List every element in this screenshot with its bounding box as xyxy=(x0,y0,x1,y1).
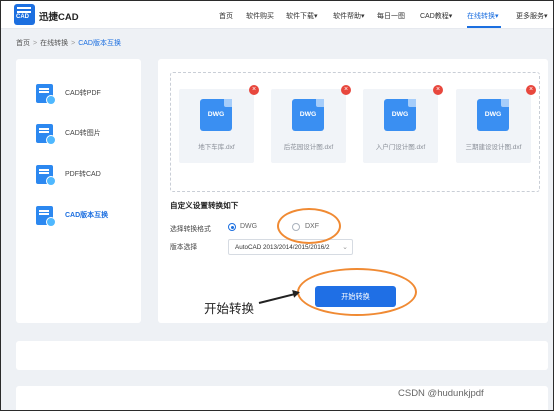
file-name: 三期建设设计图.dxf xyxy=(465,144,522,151)
chevron-down-icon: ⌄ xyxy=(342,244,348,251)
nav-buy[interactable]: 软件购买 xyxy=(246,11,274,21)
file-type-badge: DWG xyxy=(484,111,502,118)
version-label: 版本选择 xyxy=(170,244,198,251)
breadcrumb-current: CAD版本互换 xyxy=(78,40,121,47)
sidebar-item-label: CAD版本互换 xyxy=(65,212,109,219)
file-dropzone[interactable]: DWG × 地下车库.dxf DWG × 后花园设计图.dxf DWG × 入户… xyxy=(170,72,540,192)
sidebar-item-pdf-to-cad[interactable]: PDF转CAD xyxy=(36,164,101,186)
dwg-file-icon: DWG xyxy=(477,99,509,131)
sidebar-item-cad-to-image[interactable]: CAD转图片 xyxy=(36,123,101,145)
nav-active-underline xyxy=(467,26,501,28)
file-name: 地下车库.dxf xyxy=(198,144,235,151)
nav-cad-tutorial[interactable]: CAD教程▾ xyxy=(420,11,452,21)
nav-help[interactable]: 软件帮助▾ xyxy=(333,11,365,21)
file-name: 入户门设计图.dxf xyxy=(375,144,426,151)
sidebar-item-label: CAD转PDF xyxy=(65,90,101,97)
sidebar-item-cad-version-convert[interactable]: CAD版本互换 xyxy=(36,205,109,227)
file-name: 后花园设计图.dxf xyxy=(283,144,334,151)
version-select[interactable]: AutoCAD 2013/2014/2015/2016/2 ⌄ xyxy=(228,239,353,255)
top-header: CAD 迅捷CAD 首页 软件购买 软件下载▾ 软件帮助▾ 每日一图 CAD教程… xyxy=(1,1,553,29)
file-card[interactable]: DWG × 三期建设设计图.dxf xyxy=(456,85,536,163)
breadcrumb-separator: > xyxy=(71,40,76,47)
file-type-badge: DWG xyxy=(391,111,409,118)
sidebar-item-label: CAD转图片 xyxy=(65,130,101,137)
dwg-file-icon: DWG xyxy=(200,99,232,131)
cad-to-pdf-icon xyxy=(36,83,56,105)
sidebar-item-cad-to-pdf[interactable]: CAD转PDF xyxy=(36,83,101,105)
file-card[interactable]: DWG × 地下车库.dxf xyxy=(179,85,259,163)
format-label: 选择转换格式 xyxy=(170,226,211,233)
breadcrumb: 首页 > 在线转换 > CAD版本互换 xyxy=(16,38,121,48)
remove-file-icon[interactable]: × xyxy=(341,85,351,95)
remove-file-icon[interactable]: × xyxy=(433,85,443,95)
version-select-value: AutoCAD 2013/2014/2015/2016/2 xyxy=(235,244,330,251)
breadcrumb-home[interactable]: 首页 xyxy=(16,40,30,47)
nav-daily-drawing[interactable]: 每日一图 xyxy=(377,11,405,21)
annotation-callout: 开始转换 xyxy=(204,302,255,316)
settings-title: 自定义设置转换如下 xyxy=(170,201,239,210)
app-logo[interactable]: CAD xyxy=(14,4,35,25)
nav-download[interactable]: 软件下载▾ xyxy=(286,11,318,21)
brand-name[interactable]: 迅捷CAD xyxy=(39,9,79,23)
pdf-to-cad-icon xyxy=(36,164,56,186)
file-card[interactable]: DWG × 后花园设计图.dxf xyxy=(271,85,351,163)
watermark: CSDN @hudunkjpdf xyxy=(398,388,484,399)
annotation-ring-dxf xyxy=(277,208,341,244)
breadcrumb-separator: > xyxy=(33,40,38,47)
radio-dwg-label[interactable]: DWG xyxy=(240,223,257,230)
nav-home[interactable]: 首页 xyxy=(219,11,233,21)
annotation-ring-start xyxy=(297,268,417,316)
file-type-badge: DWG xyxy=(299,111,317,118)
cad-version-convert-icon xyxy=(36,205,56,227)
radio-dwg[interactable] xyxy=(228,223,236,231)
remove-file-icon[interactable]: × xyxy=(249,85,259,95)
nav-online-convert[interactable]: 在线转换▾ xyxy=(467,11,499,21)
sidebar-item-label: PDF转CAD xyxy=(65,171,101,178)
tool-sidebar: CAD转PDF CAD转图片 PDF转CAD CAD版本互换 xyxy=(16,59,141,323)
dwg-file-icon: DWG xyxy=(292,99,324,131)
dwg-file-icon: DWG xyxy=(384,99,416,131)
file-card[interactable]: DWG × 入户门设计图.dxf xyxy=(363,85,443,163)
cad-to-image-icon xyxy=(36,123,56,145)
breadcrumb-online-convert[interactable]: 在线转换 xyxy=(40,40,68,47)
nav-more-services[interactable]: 更多服务▾ xyxy=(516,11,548,21)
file-type-badge: DWG xyxy=(207,111,225,118)
remove-file-icon[interactable]: × xyxy=(526,85,536,95)
content-placeholder-bar xyxy=(16,341,548,370)
logo-stripe-icon xyxy=(17,7,31,13)
logo-text: CAD xyxy=(16,14,29,20)
